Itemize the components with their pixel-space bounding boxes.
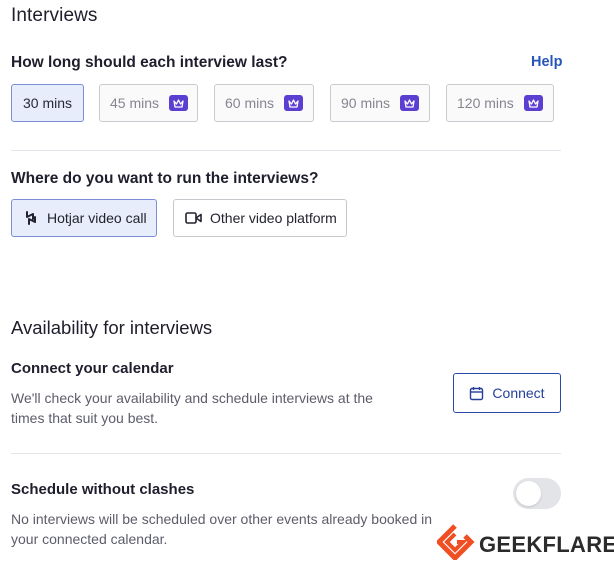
hotjar-icon — [23, 210, 39, 226]
clashes-description: No interviews will be scheduled over oth… — [11, 509, 432, 549]
toggle-knob — [516, 481, 541, 506]
duration-option-60[interactable]: 60 mins — [214, 84, 314, 122]
schedule-without-clashes-toggle[interactable] — [513, 478, 561, 509]
duration-label: 45 mins — [110, 95, 160, 111]
duration-option-90[interactable]: 90 mins — [330, 84, 430, 122]
crown-icon — [400, 95, 420, 111]
duration-option-45[interactable]: 45 mins — [99, 84, 198, 122]
availability-title: Availability for interviews — [11, 317, 213, 338]
duration-option-120[interactable]: 120 mins — [446, 84, 554, 122]
calendar-title: Connect your calendar — [11, 360, 174, 377]
connect-label: Connect — [492, 385, 545, 401]
divider — [11, 150, 561, 151]
hotjar-video-call-button[interactable]: Hotjar video call — [11, 199, 157, 237]
calendar-icon — [469, 386, 484, 401]
other-video-platform-button[interactable]: Other video platform — [173, 199, 347, 237]
duration-question: How long should each interview last? — [11, 54, 288, 71]
clashes-title: Schedule without clashes — [11, 481, 195, 498]
clashes-description-line: No interviews will be scheduled over oth… — [11, 511, 433, 527]
platform-question: Where do you want to run the interviews? — [11, 170, 319, 187]
video-camera-icon — [185, 211, 202, 225]
duration-label: 120 mins — [457, 95, 514, 111]
help-link[interactable]: Help — [531, 54, 562, 70]
duration-label: 30 mins — [22, 95, 73, 111]
geekflare-watermark: GEEKFLARE — [435, 524, 614, 565]
calendar-description-line: We'll check your availability and schedu… — [11, 390, 373, 406]
page-title: Interviews — [11, 5, 98, 26]
duration-label: 60 mins — [225, 95, 275, 111]
geekflare-wordmark: GEEKFLARE — [479, 531, 614, 557]
crown-icon — [523, 95, 543, 111]
crown-icon — [284, 95, 304, 111]
connect-calendar-button[interactable]: Connect — [453, 373, 561, 413]
calendar-description: We'll check your availability and schedu… — [11, 388, 373, 428]
crown-icon — [169, 95, 189, 111]
clashes-description-line: your connected calendar. — [11, 531, 168, 547]
button-label: Other video platform — [210, 210, 337, 226]
calendar-description-line: times that suit you best. — [11, 410, 159, 426]
duration-option-30[interactable]: 30 mins — [11, 84, 84, 122]
duration-label: 90 mins — [341, 95, 391, 111]
divider — [11, 453, 561, 454]
geekflare-logo-icon — [435, 524, 475, 565]
button-label: Hotjar video call — [47, 210, 147, 226]
